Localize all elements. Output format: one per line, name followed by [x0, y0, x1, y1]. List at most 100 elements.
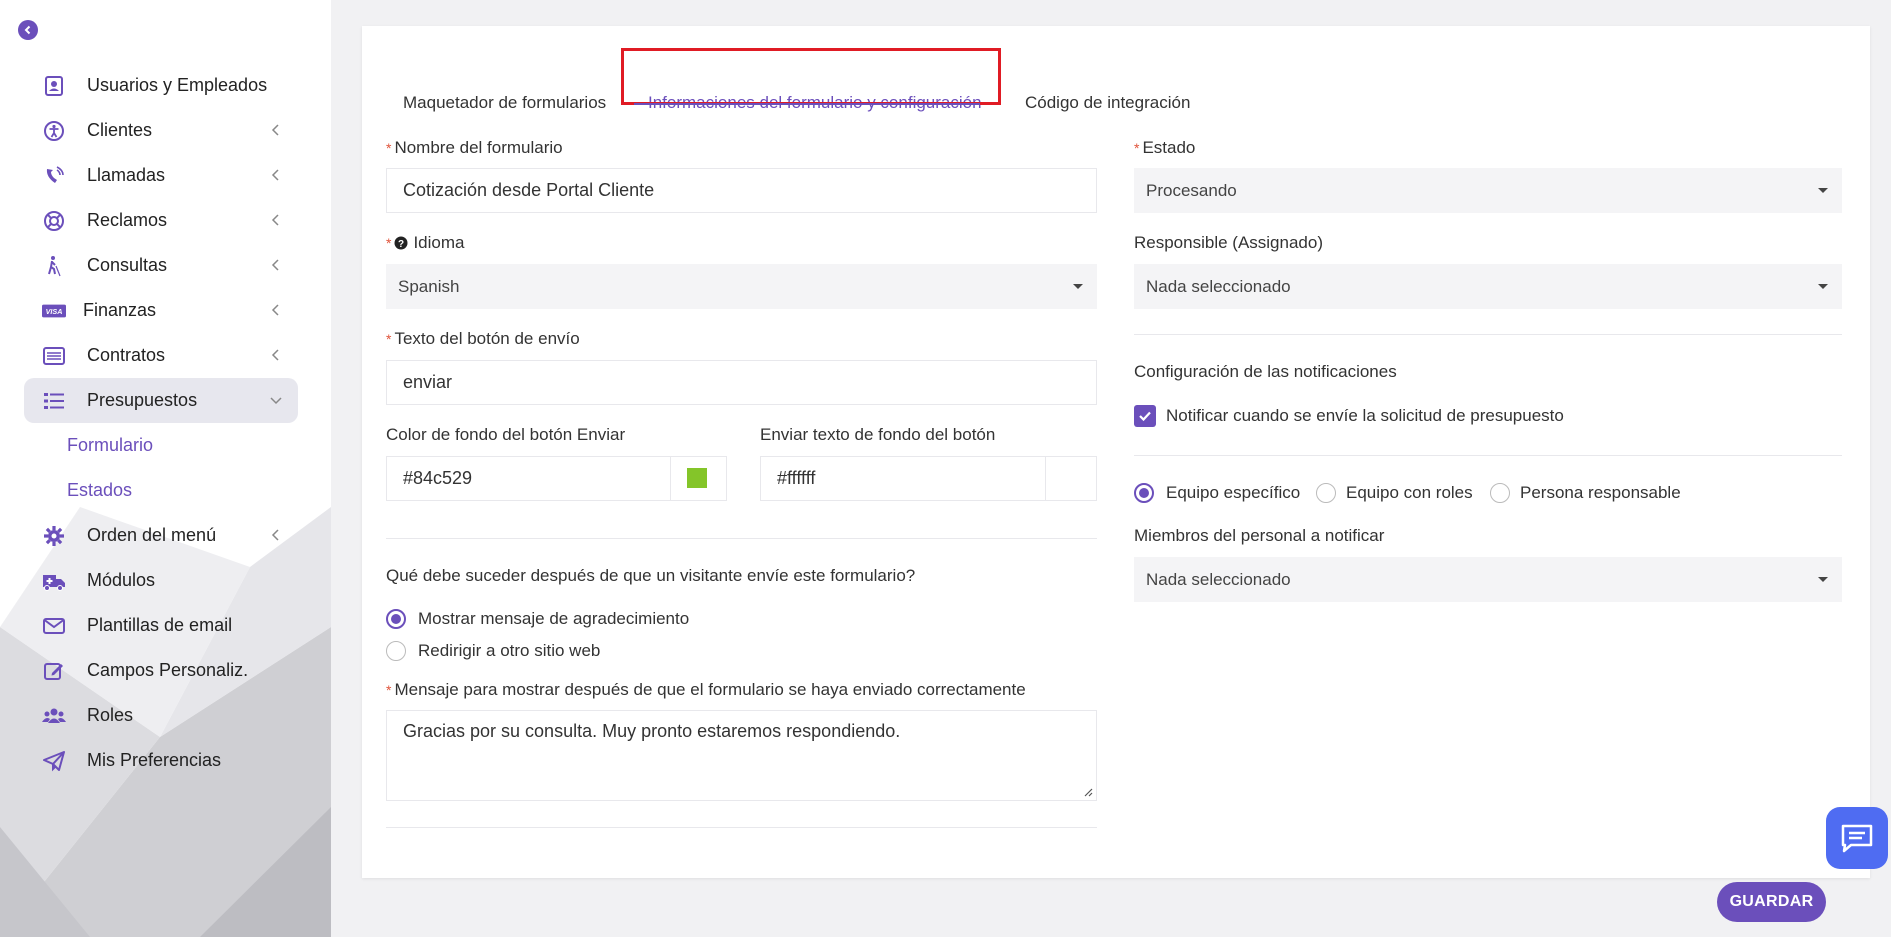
sidebar-item-mis-preferencias[interactable]: Mis Preferencias [24, 738, 298, 783]
radio-responsible-person-label[interactable]: Persona responsable [1520, 483, 1681, 503]
radio-team-roles-label[interactable]: Equipo con roles [1346, 483, 1473, 503]
gear-icon [42, 524, 66, 548]
notify-checkbox-label[interactable]: Notificar cuando se envíe la solicitud d… [1166, 406, 1564, 426]
sidebar-item-orden-menu[interactable]: Orden del menú [24, 513, 298, 558]
form-name-label: * Nombre del formulario [386, 138, 563, 158]
sidebar-subitem-formulario[interactable]: Formulario [24, 423, 298, 468]
check-icon [1139, 411, 1151, 422]
responsible-select[interactable]: Nada seleccionado [1134, 264, 1842, 309]
caret-down-icon [1818, 577, 1828, 582]
phone-volume-icon [42, 164, 66, 188]
chevron-left-icon [271, 304, 279, 316]
chat-button[interactable] [1826, 807, 1888, 869]
radio-specific-team-label[interactable]: Equipo específico [1166, 483, 1300, 503]
required-marker: * [386, 235, 392, 251]
select-value: Spanish [398, 276, 460, 296]
chevron-left-icon [271, 259, 279, 271]
sidebar-item-label: Llamadas [87, 165, 166, 185]
status-label: * Estado [1134, 138, 1195, 158]
section-divider [1134, 455, 1842, 456]
sidebar-item-consultas[interactable]: Consultas [24, 243, 298, 288]
users-icon [42, 704, 66, 728]
message-textarea[interactable]: Gracias por su consulta. Muy pronto esta… [386, 710, 1097, 801]
sidebar-item-contratos[interactable]: Contratos [24, 333, 298, 378]
sidebar-item-label: Reclamos [87, 210, 168, 230]
chevron-left-icon [271, 169, 279, 181]
sidebar-item-reclamos[interactable]: Reclamos [24, 198, 298, 243]
status-select[interactable]: Procesando [1134, 168, 1842, 213]
radio-team-roles[interactable] [1316, 483, 1336, 503]
active-tab-highlight [621, 48, 1001, 105]
section-divider [386, 827, 1097, 828]
active-tab-underline [634, 103, 980, 105]
radio-show-thanks-label[interactable]: Mostrar mensaje de agradecimiento [418, 609, 689, 629]
sidebar-item-clientes[interactable]: Clientes [24, 108, 298, 153]
svg-text:?: ? [398, 239, 404, 250]
responsible-label: Responsible (Assignado) [1134, 233, 1323, 252]
notify-checkbox[interactable] [1134, 405, 1156, 427]
sidebar-item-plantillas-email[interactable]: Plantillas de email [24, 603, 298, 648]
required-marker: * [386, 331, 392, 347]
radio-redirect-label[interactable]: Redirigir a otro sitio web [418, 641, 600, 661]
ambulance-icon [42, 569, 66, 593]
label-text: Texto del botón de envío [394, 329, 580, 348]
tab-integration-code[interactable]: Código de integración [1025, 62, 1190, 144]
save-button[interactable]: GUARDAR [1717, 882, 1826, 922]
staff-select[interactable]: Nada seleccionado [1134, 557, 1842, 602]
sidebar: Usuarios y Empleados Clientes Llamadas R… [0, 0, 331, 937]
tab-form-builder[interactable]: Maquetador de formularios [403, 62, 606, 144]
sidebar-item-presupuestos[interactable]: Presupuestos [24, 378, 298, 423]
sidebar-subitem-estados[interactable]: Estados [24, 468, 298, 513]
sidebar-item-label: Mis Preferencias [87, 750, 222, 770]
list-icon [42, 389, 66, 413]
question-circle-icon[interactable]: ? [394, 236, 408, 250]
bg-color-swatch[interactable] [687, 468, 707, 488]
sidebar-item-usuarios[interactable]: Usuarios y Empleados [24, 63, 298, 108]
label-text: Nombre del formulario [394, 138, 563, 157]
required-marker: * [386, 140, 392, 156]
sidebar-item-label: Clientes [87, 120, 153, 140]
list-alt-icon [42, 344, 66, 368]
sidebar-item-llamadas[interactable]: Llamadas [24, 153, 298, 198]
sidebar-item-label: Finanzas [83, 300, 157, 320]
accessibility-icon [42, 119, 66, 143]
caret-down-icon [1818, 284, 1828, 289]
sidebar-item-modulos[interactable]: Módulos [24, 558, 298, 603]
collapse-sidebar-button[interactable] [18, 20, 38, 40]
submit-text-input[interactable]: enviar [386, 360, 1097, 405]
sidebar-item-label: Módulos [87, 570, 156, 590]
blind-walking-icon [42, 254, 66, 278]
section-divider [1134, 334, 1842, 335]
chevron-down-icon [270, 397, 282, 405]
label-text: Mensaje para mostrar después de que el f… [394, 680, 1026, 699]
sidebar-item-roles[interactable]: Roles [24, 693, 298, 738]
chevron-left-icon [271, 124, 279, 136]
text-color-input[interactable]: #ffffff [760, 456, 1097, 501]
text-color-swatch[interactable] [1061, 468, 1081, 488]
resize-handle-icon[interactable] [1083, 787, 1093, 797]
caret-down-icon [1073, 284, 1083, 289]
textarea-value: Gracias por su consulta. Muy pronto esta… [403, 721, 901, 741]
sidebar-item-label: Consultas [87, 255, 168, 275]
after-submit-question: Qué debe suceder después de que un visit… [386, 566, 916, 585]
bg-color-input[interactable]: #84c529 [386, 456, 727, 501]
sidebar-item-label: Orden del menú [87, 525, 217, 545]
form-name-input[interactable]: Cotización desde Portal Cliente [386, 168, 1097, 213]
submit-text-label: * Texto del botón de envío [386, 329, 580, 349]
radio-redirect[interactable] [386, 641, 406, 661]
language-select[interactable]: Spanish [386, 264, 1097, 309]
color-input-separator [670, 457, 671, 500]
caret-down-icon [1818, 188, 1828, 193]
sidebar-item-campos-personaliz[interactable]: Campos Personaliz. [24, 648, 298, 693]
sidebar-item-finanzas[interactable]: VISA Finanzas [24, 288, 298, 333]
chevron-left-icon [271, 214, 279, 226]
radio-specific-team[interactable] [1134, 483, 1154, 503]
sidebar-item-label: Roles [87, 705, 134, 725]
required-marker: * [386, 682, 392, 698]
required-marker: * [1134, 140, 1140, 156]
select-value: Nada seleccionado [1146, 276, 1291, 296]
sidebar-item-label: Presupuestos [87, 390, 198, 410]
radio-responsible-person[interactable] [1490, 483, 1510, 503]
select-value: Procesando [1146, 180, 1237, 200]
radio-show-thanks[interactable] [386, 609, 406, 629]
